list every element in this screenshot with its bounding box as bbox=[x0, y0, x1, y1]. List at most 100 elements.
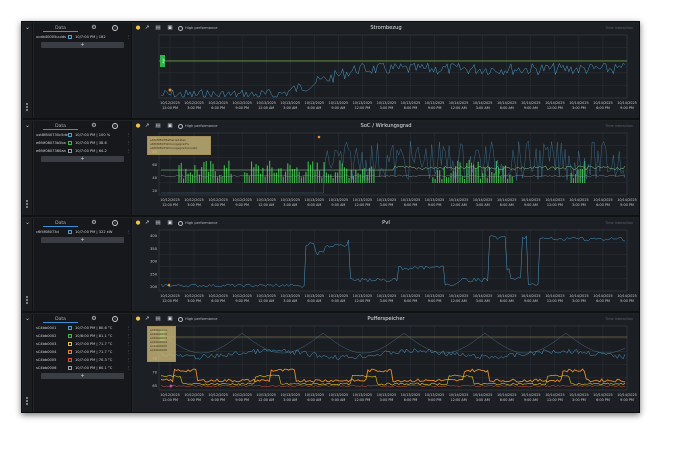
x-tick-label: 9:00 PM bbox=[428, 398, 442, 402]
kebab-menu-icon[interactable]: ⋮ bbox=[127, 356, 131, 364]
tab-data[interactable]: Data bbox=[43, 220, 78, 227]
x-tick-label: 10/13/2025 bbox=[425, 393, 445, 397]
series-color-swatch[interactable] bbox=[68, 366, 72, 370]
series-row[interactable]: c6f4f08073d 10/7:00 PM | 322 kW ⋮ bbox=[34, 228, 131, 236]
x-tick-label: 10/13/2025 bbox=[305, 101, 325, 105]
x-tick-label: 10/14/2025 bbox=[617, 393, 637, 397]
x-tick-label: 6:00 PM bbox=[404, 299, 418, 303]
kebab-menu-icon[interactable]: ⋮ bbox=[127, 348, 131, 356]
x-tick-label: 10/13/2025 bbox=[353, 198, 373, 202]
x-tick-label: 10/13/2025 bbox=[329, 198, 349, 202]
info-icon[interactable]: i bbox=[112, 316, 118, 322]
x-tick-label: 6:00 PM bbox=[596, 299, 610, 303]
series-row[interactable]: sC4bb0005 10/7:00 PM | 70.3 °C ⋮ bbox=[34, 356, 131, 364]
x-tick-label: 10/13/2025 bbox=[353, 294, 373, 298]
add-series-button[interactable]: + bbox=[41, 156, 124, 162]
chevron-down-icon[interactable]: ⌄ bbox=[25, 25, 31, 31]
x-tick-label: 10/14/2025 bbox=[617, 101, 637, 105]
x-tick-label: 10/14/2025 bbox=[521, 101, 541, 105]
series-color-swatch[interactable] bbox=[68, 342, 72, 346]
chevron-down-icon[interactable]: ⌄ bbox=[25, 123, 31, 129]
series-row[interactable]: sC4bb0001 10/7:00 PM | 80.6 °C ⋮ bbox=[34, 324, 131, 332]
gear-icon[interactable]: ⚙ bbox=[90, 24, 98, 32]
x-tick-label: 6:00 AM bbox=[307, 203, 321, 207]
tab-data[interactable]: Data bbox=[43, 316, 78, 323]
kebab-menu-icon[interactable]: ⋮ bbox=[127, 33, 131, 41]
series-name: sC4bb0004 bbox=[36, 350, 57, 354]
series-color-swatch[interactable] bbox=[68, 141, 72, 145]
kebab-menu-icon[interactable]: ⋮ bbox=[127, 147, 131, 155]
kebab-menu-icon[interactable]: ⋮ bbox=[127, 228, 131, 236]
chart-area[interactable]: 10/12/2025 12:00 PM 10/12/2025 3:00 PM 10/12… bbox=[133, 121, 639, 215]
chevron-down-icon[interactable]: ⌄ bbox=[25, 220, 31, 226]
info-icon[interactable]: i bbox=[112, 220, 118, 226]
kebab-menu-icon[interactable]: ⋮ bbox=[127, 340, 131, 348]
series-color-swatch[interactable] bbox=[68, 326, 72, 330]
drag-handle-icon[interactable] bbox=[26, 200, 29, 209]
x-tick-label: 9:00 AM bbox=[331, 203, 345, 207]
series-color-swatch[interactable] bbox=[68, 350, 72, 354]
add-series-button[interactable]: + bbox=[41, 42, 124, 48]
series-row[interactable]: uxt8f840730c5de 10/7:00 PM | 100 % ⋮ bbox=[34, 131, 131, 139]
info-icon[interactable]: i bbox=[112, 123, 118, 129]
drag-handle-icon[interactable] bbox=[26, 397, 29, 406]
x-tick-label: 6:00 PM bbox=[211, 203, 225, 207]
series-row[interactable]: sC4bb0004 10/7:00 PM | 71.7 °C ⋮ bbox=[34, 348, 131, 356]
x-tick-label: 10/13/2025 bbox=[425, 101, 445, 105]
series-name: uxt8f840730c5de bbox=[36, 133, 68, 137]
gear-icon[interactable]: ⚙ bbox=[90, 122, 98, 130]
x-tick-label: 9:00 AM bbox=[331, 299, 345, 303]
add-series-button[interactable]: + bbox=[41, 373, 124, 379]
time-interaction-label: Time interaction bbox=[605, 124, 633, 128]
series-row[interactable]: e6f4f08073b5ba 10/7:00 PM | 38.6 ⋮ bbox=[34, 139, 131, 147]
x-tick-label: 3:00 PM bbox=[572, 398, 586, 402]
series-color-swatch[interactable] bbox=[68, 230, 72, 234]
plot-svg[interactable]: 10/12/202512:00 PM10/12/20253:00 PM10/12… bbox=[133, 218, 639, 313]
drag-handle-icon[interactable] bbox=[26, 296, 29, 305]
chart-area[interactable]: 10/12/2025 12:00 PM 10/12/2025 3:00 PM 10/12… bbox=[133, 314, 639, 412]
drag-handle-icon[interactable] bbox=[26, 103, 29, 112]
x-tick-label: 12:00 AM bbox=[451, 203, 467, 207]
kebab-menu-icon[interactable]: ⋮ bbox=[127, 131, 131, 139]
series-value: 10/7:00 PM | 182 bbox=[75, 35, 106, 39]
kebab-menu-icon[interactable]: ⋮ bbox=[127, 324, 131, 332]
x-tick-label: 3:00 AM bbox=[476, 203, 490, 207]
series-row[interactable]: ucdb40005uuids 10/7:00 PM | 182 ⋮ bbox=[34, 33, 131, 41]
x-tick-label: 10/12/2025 bbox=[208, 198, 228, 202]
tab-data[interactable]: Data bbox=[43, 123, 78, 130]
series-row[interactable]: sC4bb0006 10/7:00 PM | 60.1 °C ⋮ bbox=[34, 364, 131, 372]
series-color-swatch[interactable] bbox=[68, 149, 72, 153]
plot-svg[interactable]: 10/12/202512:00 PM10/12/20253:00 PM10/12… bbox=[133, 314, 639, 412]
gear-icon[interactable]: ⚙ bbox=[90, 219, 98, 227]
kebab-menu-icon[interactable]: ⋮ bbox=[127, 332, 131, 340]
panel-collapse-strip[interactable]: ⌄ bbox=[23, 314, 33, 412]
series-row[interactable]: sC4bb0002 10/8:00 PM | 81.1 °C ⋮ bbox=[34, 332, 131, 340]
x-tick-label: 3:00 AM bbox=[283, 203, 297, 207]
series-color-swatch[interactable] bbox=[68, 35, 72, 39]
x-tick-label: 12:00 PM bbox=[547, 106, 563, 110]
series-row[interactable]: e6f4f0807360aa 10/7:00 PM | 64.2 ⋮ bbox=[34, 147, 131, 155]
series-color-swatch[interactable] bbox=[68, 133, 72, 137]
plot-svg[interactable]: 10/12/202512:00 PM10/12/20253:00 PM10/12… bbox=[133, 23, 639, 120]
chart-area[interactable]: 10/12/2025 12:00 PM 10/12/2025 3:00 PM 10/12… bbox=[133, 218, 639, 311]
x-tick-label: 10/13/2025 bbox=[256, 101, 276, 105]
series-color-swatch[interactable] bbox=[68, 358, 72, 362]
panel-collapse-strip[interactable]: ⌄ bbox=[23, 121, 33, 215]
tab-data[interactable]: Data bbox=[43, 25, 78, 32]
kebab-menu-icon[interactable]: ⋮ bbox=[127, 364, 131, 372]
gear-icon[interactable]: ⚙ bbox=[90, 315, 98, 323]
kebab-menu-icon[interactable]: ⋮ bbox=[127, 139, 131, 147]
chevron-down-icon[interactable]: ⌄ bbox=[25, 316, 31, 322]
x-tick-label: 10/12/2025 bbox=[184, 198, 204, 202]
x-tick-label: 10/13/2025 bbox=[280, 198, 300, 202]
info-icon[interactable]: i bbox=[112, 25, 118, 31]
chart-area[interactable]: 10/12/2025 12:00 PM 10/12/2025 3:00 PM 10/12… bbox=[133, 23, 639, 118]
series-row[interactable]: sC4bb0003 10/7:00 PM | 71.7 °C ⋮ bbox=[34, 340, 131, 348]
add-series-button[interactable]: + bbox=[41, 237, 124, 243]
x-tick-label: 6:00 AM bbox=[500, 203, 514, 207]
panel-collapse-strip[interactable]: ⌄ bbox=[23, 23, 33, 118]
panel-soc: ⌄ Data ⚙ i uxt8f840730c5de 10/7:00 PM | 1… bbox=[23, 121, 639, 217]
panel-collapse-strip[interactable]: ⌄ bbox=[23, 218, 33, 311]
x-tick-label: 10/14/2025 bbox=[593, 198, 613, 202]
series-color-swatch[interactable] bbox=[68, 334, 72, 338]
